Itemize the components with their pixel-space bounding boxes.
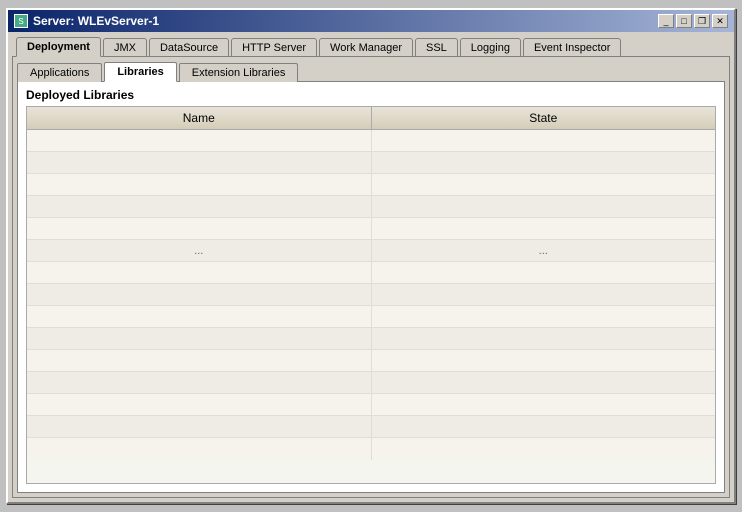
- cell-name: [27, 416, 372, 437]
- tab-event-inspector[interactable]: Event Inspector: [523, 38, 621, 57]
- table-row: [27, 438, 715, 460]
- cell-name: [27, 350, 372, 371]
- cell-state: [372, 196, 716, 217]
- cell-state: [372, 394, 716, 415]
- title-bar-left: S Server: WLEvServer-1: [14, 14, 159, 28]
- section-title: Deployed Libraries: [18, 82, 724, 106]
- cell-name: [27, 284, 372, 305]
- table-row: [27, 152, 715, 174]
- table-row: [27, 350, 715, 372]
- cell-state: [372, 306, 716, 327]
- main-window: S Server: WLEvServer-1 _ □ ❐ ✕ Deploymen…: [6, 8, 736, 504]
- table-row: ... ...: [27, 240, 715, 262]
- tab-logging[interactable]: Logging: [460, 38, 521, 57]
- cell-state: [372, 328, 716, 349]
- window-content: Deployment JMX DataSource HTTP Server Wo…: [8, 32, 734, 502]
- cell-name: [27, 394, 372, 415]
- title-bar: S Server: WLEvServer-1 _ □ ❐ ✕: [8, 10, 734, 32]
- tab-libraries[interactable]: Libraries: [104, 62, 176, 82]
- table-row: [27, 416, 715, 438]
- title-controls: _ □ ❐ ✕: [658, 14, 728, 28]
- cell-name: [27, 262, 372, 283]
- table-row: [27, 196, 715, 218]
- table-row: [27, 372, 715, 394]
- tab-work-manager[interactable]: Work Manager: [319, 38, 413, 57]
- table-row: [27, 394, 715, 416]
- tab-applications[interactable]: Applications: [17, 63, 102, 82]
- table-row: [27, 262, 715, 284]
- cell-name: [27, 328, 372, 349]
- table-row: [27, 284, 715, 306]
- cell-state: [372, 218, 716, 239]
- cell-state: ...: [372, 240, 716, 261]
- tab-ssl[interactable]: SSL: [415, 38, 458, 57]
- cell-name: [27, 306, 372, 327]
- inner-content: Deployed Libraries Name State: [17, 81, 725, 493]
- cell-name: [27, 174, 372, 195]
- close-button[interactable]: ✕: [712, 14, 728, 28]
- tab-datasource[interactable]: DataSource: [149, 38, 229, 57]
- tab-http-server[interactable]: HTTP Server: [231, 38, 317, 57]
- cell-name: [27, 130, 372, 151]
- column-state: State: [372, 107, 716, 129]
- tab-deployment[interactable]: Deployment: [16, 37, 101, 57]
- minimize-button[interactable]: _: [658, 14, 674, 28]
- table-row: [27, 174, 715, 196]
- table-header: Name State: [27, 107, 715, 130]
- window-title: Server: WLEvServer-1: [33, 14, 159, 28]
- tab-jmx[interactable]: JMX: [103, 38, 147, 57]
- column-name: Name: [27, 107, 372, 129]
- cell-state: [372, 284, 716, 305]
- restore-button[interactable]: ❐: [694, 14, 710, 28]
- cell-name: [27, 196, 372, 217]
- cell-state: [372, 130, 716, 151]
- cell-state: [372, 416, 716, 437]
- window-icon: S: [14, 14, 28, 28]
- deployed-libraries-table: Name State: [26, 106, 716, 484]
- table-row: [27, 328, 715, 350]
- cell-state: [372, 262, 716, 283]
- cell-state: [372, 152, 716, 173]
- cell-state: [372, 174, 716, 195]
- cell-state: [372, 350, 716, 371]
- table-body: ... ...: [27, 130, 715, 483]
- cell-name: [27, 218, 372, 239]
- table-row: [27, 218, 715, 240]
- cell-name: [27, 438, 372, 460]
- cell-name: ...: [27, 240, 372, 261]
- maximize-button[interactable]: □: [676, 14, 692, 28]
- tab-content-area: Applications Libraries Extension Librari…: [12, 56, 730, 498]
- cell-state: [372, 438, 716, 460]
- cell-name: [27, 152, 372, 173]
- cell-state: [372, 372, 716, 393]
- table-row: [27, 306, 715, 328]
- table-row: [27, 130, 715, 152]
- primary-tab-bar: Deployment JMX DataSource HTTP Server Wo…: [12, 36, 730, 56]
- tab-extension-libraries[interactable]: Extension Libraries: [179, 63, 299, 82]
- secondary-tab-bar: Applications Libraries Extension Librari…: [13, 57, 729, 81]
- cell-name: [27, 372, 372, 393]
